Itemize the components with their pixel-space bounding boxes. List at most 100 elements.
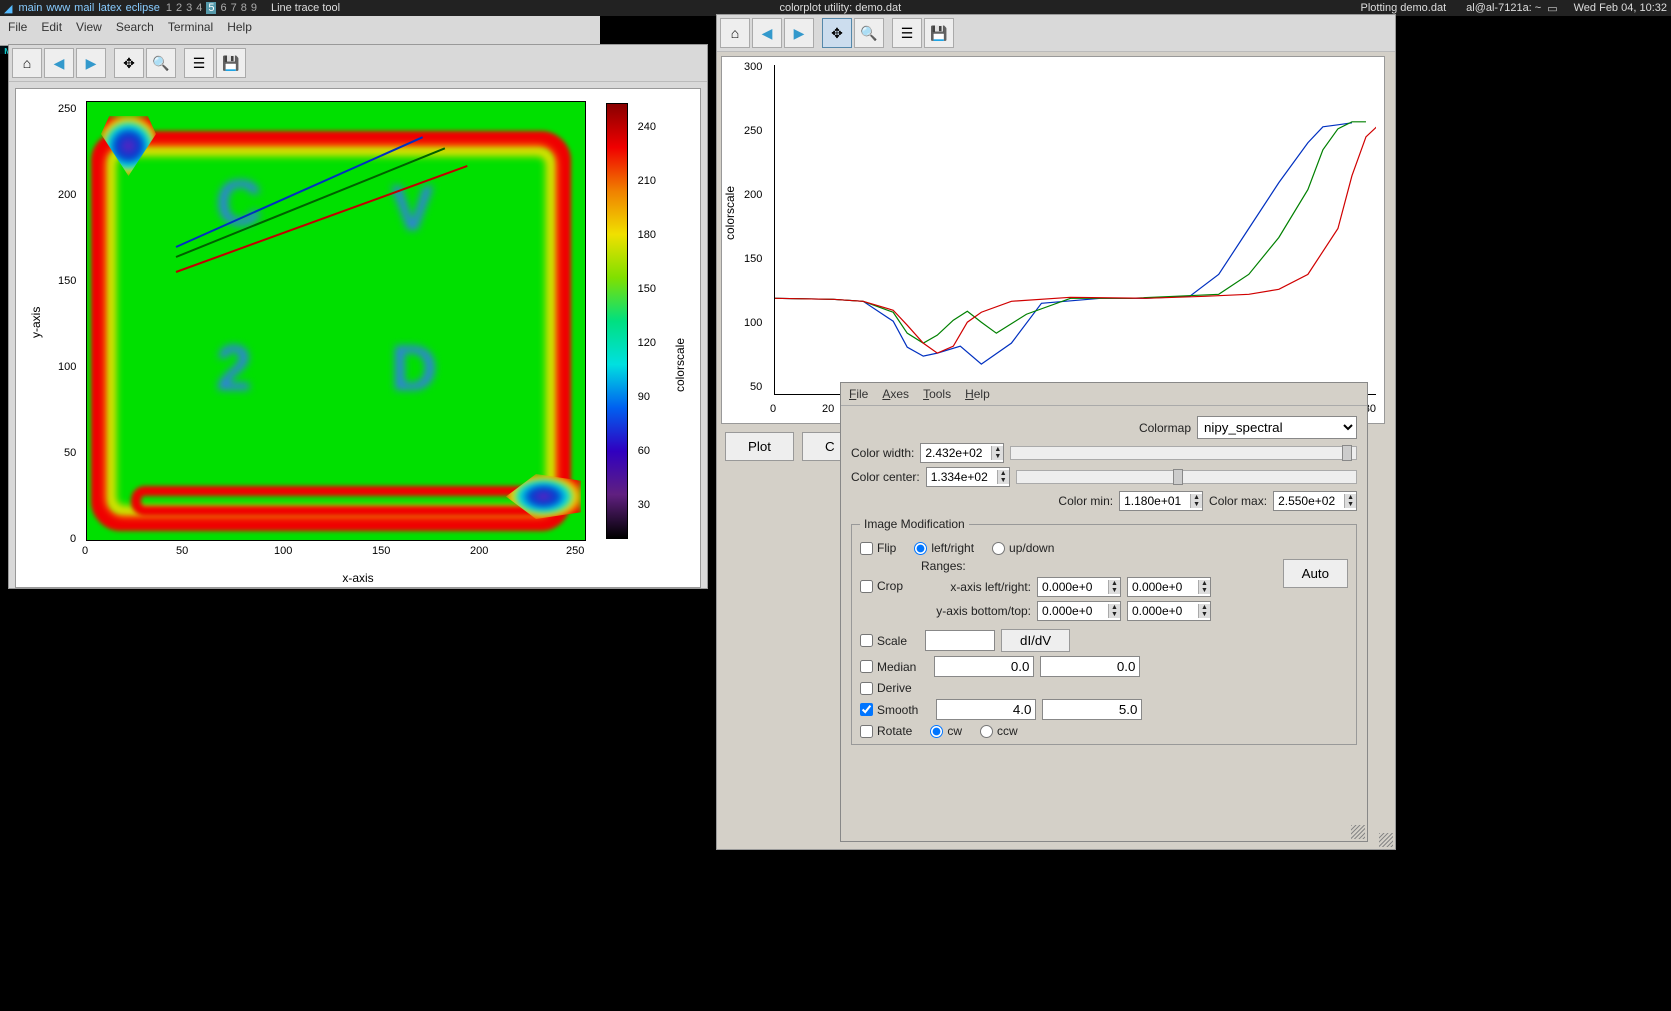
menu-tools[interactable]: Tools [923,387,951,401]
heatmap-canvas: C V 2 D [86,101,586,541]
workspace[interactable]: 7 [231,2,237,14]
launcher[interactable]: eclipse [126,2,160,14]
menu-axes[interactable]: Axes [882,387,909,401]
heatmap-letter: D [391,331,437,405]
back-button[interactable]: ◀ [752,18,782,48]
color-min-spinner[interactable]: ▲▼ [1119,491,1203,511]
zoom-button[interactable]: 🔍 [146,48,176,78]
config-button[interactable]: ☰ [184,48,214,78]
menu-search[interactable]: Search [116,20,154,34]
config-icon: ☰ [901,25,914,42]
ytick: 50 [750,381,762,393]
x-right-spinner[interactable]: ▲▼ [1127,577,1211,597]
arch-icon: ◢ [4,2,12,15]
workspace-active[interactable]: 5 [206,2,216,14]
crop-checkbox[interactable]: Crop [860,579,903,593]
heatmap-letter: 2 [216,331,252,405]
colorbar-label: colorscale [673,338,687,392]
ytick: 200 [58,189,76,201]
median-input-1[interactable] [934,656,1034,677]
didv-button[interactable]: dI/dV [1001,629,1070,652]
pan-button[interactable]: ✥ [822,18,852,48]
forward-button[interactable]: ▶ [76,48,106,78]
smooth-checkbox[interactable]: Smooth [860,703,918,717]
workspace[interactable]: 3 [186,2,192,14]
ctick: 150 [638,283,656,295]
image-modification-group: Image Modification Flip left/right up/do… [851,517,1357,745]
color-width-spinner[interactable]: ▲▼ [920,443,1004,463]
resize-grip[interactable] [1351,825,1365,839]
auto-button[interactable]: Auto [1283,559,1348,588]
line-plot[interactable]: 50 100 150 200 250 300 0 20 80 colorscal… [721,56,1385,424]
config-icon: ☰ [193,55,206,72]
workspace[interactable]: 6 [220,2,226,14]
color-center-slider[interactable] [1016,470,1357,484]
y-top-spinner[interactable]: ▲▼ [1127,601,1211,621]
user-host: al@al-7121a: ~ [1466,2,1541,14]
flip-ud-radio[interactable]: up/down [992,541,1054,555]
save-button[interactable]: 💾 [216,48,246,78]
back-button[interactable]: ◀ [44,48,74,78]
ytick: 100 [744,317,762,329]
launcher[interactable]: main [18,2,42,14]
rotate-checkbox[interactable]: Rotate [860,724,912,738]
flip-lr-radio[interactable]: left/right [914,541,974,555]
x-left-spinner[interactable]: ▲▼ [1037,577,1121,597]
y-bottom-spinner[interactable]: ▲▼ [1037,601,1121,621]
smooth-input-2[interactable] [1042,699,1142,720]
color-center-label: Color center: [851,470,920,484]
heatmap-plot[interactable]: C V 2 D 0 50 100 150 200 250 0 50 100 15… [15,88,701,588]
menu-view[interactable]: View [76,20,102,34]
resize-grip[interactable] [1379,833,1393,847]
smooth-input-1[interactable] [936,699,1036,720]
ytick: 250 [744,125,762,137]
median-checkbox[interactable]: Median [860,660,916,674]
workspace[interactable]: 2 [176,2,182,14]
plot-button[interactable]: Plot [725,432,794,461]
launcher[interactable]: latex [98,2,121,14]
ytick: 150 [744,253,762,265]
menu-help[interactable]: Help [227,20,252,34]
ctick: 90 [638,391,650,403]
menu-file[interactable]: File [849,387,868,401]
color-max-spinner[interactable]: ▲▼ [1273,491,1357,511]
workspace[interactable]: 8 [241,2,247,14]
derive-checkbox[interactable]: Derive [860,681,912,695]
forward-button[interactable]: ▶ [784,18,814,48]
rotate-ccw-radio[interactable]: ccw [980,724,1018,738]
ylabel: colorscale [723,186,737,240]
rotate-cw-radio[interactable]: cw [930,724,962,738]
launcher[interactable]: mail [74,2,94,14]
colormap-select[interactable]: nipy_spectral [1197,416,1357,439]
launcher[interactable]: www [46,2,70,14]
zoom-icon: 🔍 [152,55,169,72]
menu-help[interactable]: Help [965,387,990,401]
save-button[interactable]: 💾 [924,18,954,48]
terminal-menubar: File Edit View Search Terminal Help [0,16,600,38]
color-max-label: Color max: [1209,494,1267,508]
menu-file[interactable]: File [8,20,27,34]
workspace[interactable]: 4 [196,2,202,14]
home-button[interactable]: ⌂ [12,48,42,78]
dialog-menubar: File Axes Tools Help [841,383,1367,406]
pan-button[interactable]: ✥ [114,48,144,78]
scale-input[interactable] [925,630,995,651]
tray-icon[interactable]: ▭ [1547,2,1557,15]
menu-edit[interactable]: Edit [41,20,62,34]
scale-checkbox[interactable]: Scale [860,634,907,648]
mpl-toolbar-right: ⌂ ◀ ▶ ✥ 🔍 ☰ 💾 [717,15,1395,52]
flip-checkbox[interactable]: Flip [860,541,896,555]
heatmap-letter: C [216,166,262,240]
xtick: 0 [770,403,776,415]
workspace[interactable]: 9 [251,2,257,14]
xtick: 0 [82,545,88,557]
zoom-button[interactable]: 🔍 [854,18,884,48]
color-center-spinner[interactable]: ▲▼ [926,467,1010,487]
workspace[interactable]: 1 [166,2,172,14]
x-range-label: x-axis left/right: [921,580,1031,594]
home-button[interactable]: ⌂ [720,18,750,48]
menu-terminal[interactable]: Terminal [168,20,213,34]
config-button[interactable]: ☰ [892,18,922,48]
median-input-2[interactable] [1040,656,1140,677]
color-width-slider[interactable] [1010,446,1357,460]
